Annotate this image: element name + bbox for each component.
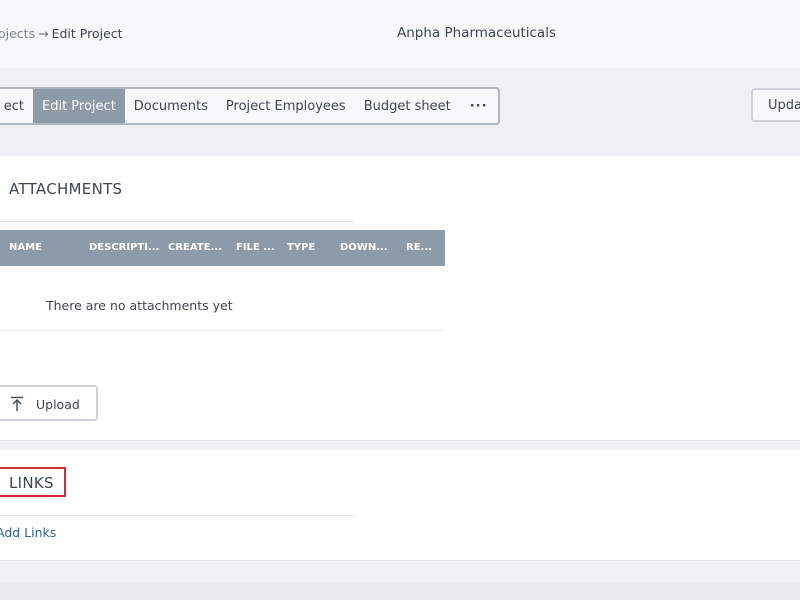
tab-documents[interactable]: Documents xyxy=(125,89,217,123)
attachments-table-header: NAME DESCRIPTI... CREATE... FILE ... TYP… xyxy=(0,230,445,266)
column-header-type[interactable]: TYPE xyxy=(287,242,315,253)
tab-edit-project[interactable]: Edit Project xyxy=(33,89,125,123)
tab-project-employees[interactable]: Project Employees xyxy=(217,89,355,123)
breadcrumb: ojects → Edit Project xyxy=(0,26,123,41)
attachments-divider xyxy=(0,221,354,222)
attachments-title: ATTACHMENTS xyxy=(9,180,123,198)
links-divider xyxy=(0,515,354,516)
project-tabs: ect Edit Project Documents Project Emplo… xyxy=(0,87,500,125)
attachments-empty-row: There are no attachments yet xyxy=(0,266,445,331)
tab-budget-sheet[interactable]: Budget sheet xyxy=(355,89,460,123)
breadcrumb-separator: → xyxy=(38,26,49,41)
links-panel: LINKS Add Links xyxy=(0,450,800,561)
add-links-link[interactable]: Add Links xyxy=(0,525,56,540)
company-name: Anpha Pharmaceuticals xyxy=(397,25,556,41)
breadcrumb-current: Edit Project xyxy=(51,26,123,41)
add-links-label: Add Links xyxy=(0,525,57,540)
update-button[interactable]: Upda xyxy=(751,88,800,122)
breadcrumb-projects-link[interactable]: ojects xyxy=(0,26,35,41)
column-header-created[interactable]: CREATE... xyxy=(168,242,222,253)
next-panel xyxy=(0,582,800,600)
column-header-download[interactable]: DOWN... xyxy=(340,242,388,253)
more-icon[interactable]: ··· xyxy=(460,89,498,123)
upload-label: Upload xyxy=(36,397,80,412)
attachments-empty-text: There are no attachments yet xyxy=(46,298,233,313)
upload-arrow-icon xyxy=(11,396,23,411)
upload-button[interactable]: Upload xyxy=(0,385,98,421)
tab-project[interactable]: ect xyxy=(0,89,33,123)
column-header-remove[interactable]: RE... xyxy=(406,242,432,253)
edit-project-page: ojects → Edit Project Anpha Pharmaceutical… xyxy=(0,0,800,600)
links-title: LINKS xyxy=(9,474,54,492)
column-header-file[interactable]: FILE ... xyxy=(236,242,275,253)
tabs-bar: ect Edit Project Documents Project Emplo… xyxy=(0,69,800,142)
column-header-description[interactable]: DESCRIPTI... xyxy=(89,242,159,253)
attachments-panel: ATTACHMENTS NAME DESCRIPTI... CREATE... … xyxy=(0,156,800,441)
column-header-name[interactable]: NAME xyxy=(9,242,42,253)
top-header: ojects → Edit Project Anpha Pharmaceutical… xyxy=(0,0,800,68)
